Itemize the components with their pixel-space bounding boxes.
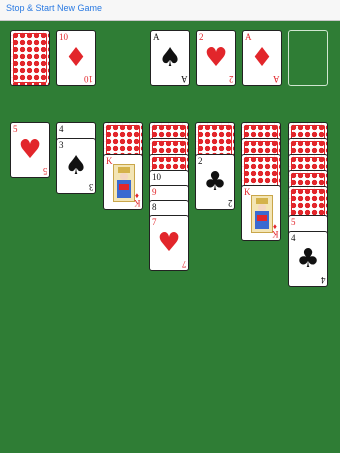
foundation-3[interactable]: A ♦ A [242, 30, 282, 86]
heart-icon: ♥ [204, 43, 228, 73]
spade-icon: ♠ [158, 43, 182, 73]
tableau-4-card-4[interactable]: 7 ♥ 7 [149, 215, 189, 271]
card-rank: 2 [198, 156, 203, 166]
card-rank-bottom: A [272, 74, 280, 84]
foundation-1[interactable]: A ♠ A [150, 30, 190, 86]
card-rank: 8 [152, 202, 157, 212]
card-rank: 5 [13, 124, 18, 134]
king-portrait [113, 164, 135, 202]
foundation-2[interactable]: 2 ♥ 2 [196, 30, 236, 86]
tableau-6-king[interactable]: K ♦ K [241, 185, 281, 241]
tableau-7-card-2[interactable]: 4 ♣ 4 [288, 231, 328, 287]
card-rank: K [106, 156, 113, 166]
king-portrait [251, 195, 273, 233]
card-rank: A [153, 32, 160, 42]
card-rank-bottom: 3 [88, 182, 94, 192]
diamond-icon: ♦ [64, 43, 88, 73]
card-rank: 3 [59, 140, 64, 150]
diamond-icon: ♦ [250, 43, 274, 73]
heart-icon: ♥ [18, 135, 42, 165]
card-rank-bottom: 2 [228, 74, 234, 84]
card-rank: 7 [152, 217, 157, 227]
card-rank: 2 [199, 32, 204, 42]
card-rank: 4 [291, 233, 296, 243]
card-rank-bottom: 2 [227, 198, 233, 208]
card-rank-bottom: K [271, 229, 279, 239]
tableau-2-card-2[interactable]: 3 ♠ 3 [56, 138, 96, 194]
card-rank-bottom: K [133, 198, 141, 208]
card-rank-bottom: 4 [320, 275, 326, 285]
card-rank-bottom: 5 [42, 166, 48, 176]
club-icon: ♣ [296, 244, 320, 274]
card-rank: 9 [152, 187, 157, 197]
card-rank: 10 [152, 172, 161, 182]
card-rank: K [244, 187, 251, 197]
tableau-3-king[interactable]: K ♦ K [103, 154, 143, 210]
card-rank-bottom: 7 [181, 259, 187, 269]
stock-pile[interactable] [10, 30, 50, 86]
foundation-4-empty[interactable] [288, 30, 328, 86]
top-toolbar: Stop & Start New Game [0, 0, 340, 21]
waste-card[interactable]: 10 ♦ 10 [56, 30, 96, 86]
tableau-5-card[interactable]: 2 ♣ 2 [195, 154, 235, 210]
tableau-1-card[interactable]: 5 ♥ 5 [10, 122, 50, 178]
card-rank: 4 [59, 124, 64, 134]
card-rank: A [245, 32, 252, 42]
club-icon: ♣ [203, 167, 227, 197]
card-rank: 10 [59, 32, 68, 42]
new-game-button[interactable]: Stop & Start New Game [6, 3, 102, 13]
card-rank-bottom: 10 [84, 74, 93, 84]
spade-icon: ♠ [64, 151, 88, 181]
card-rank: 5 [291, 217, 296, 227]
heart-icon: ♥ [157, 228, 181, 258]
card-rank-bottom: A [180, 74, 188, 84]
